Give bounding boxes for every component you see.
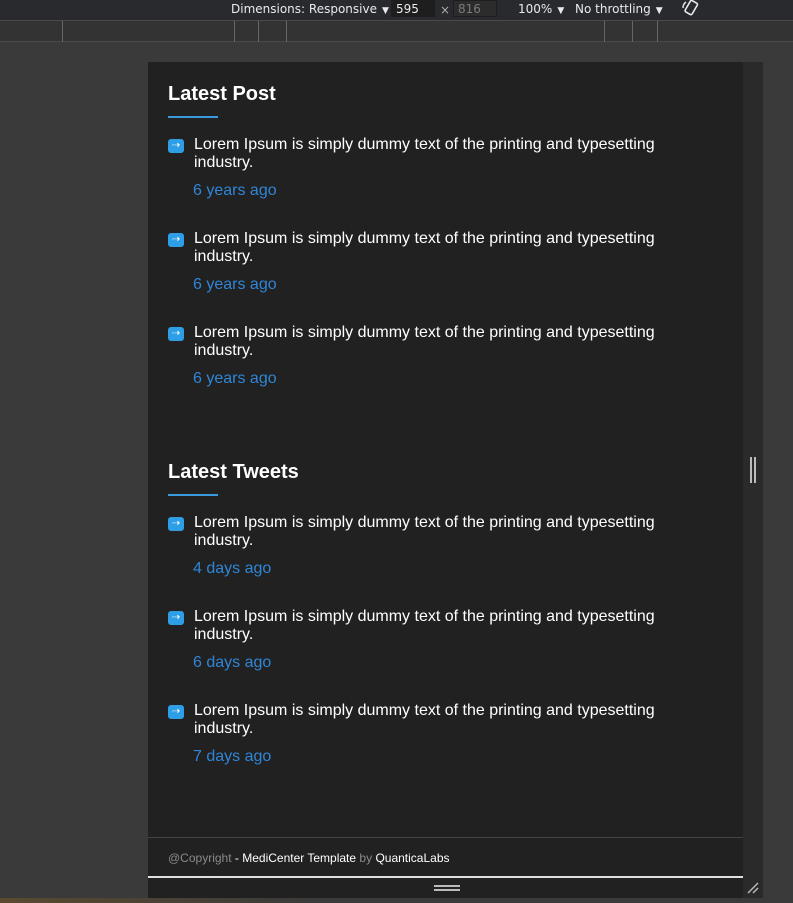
zoom-label: 100% <box>518 2 553 16</box>
tweet-text[interactable]: Lorem Ipsum is simply dummy text of the … <box>194 608 694 644</box>
copyright-text: @Copyright <box>168 851 232 865</box>
devtools-toolbar: Dimensions: Responsive ▼ 595 × 816 100% ▼ … <box>0 0 793 20</box>
dimensions-label: Dimensions: Responsive <box>231 2 377 16</box>
chevron-down-icon: ▼ <box>655 6 663 16</box>
footer-divider <box>148 837 743 838</box>
arrow-right-icon: ⇢ <box>168 705 184 719</box>
arrow-right-icon: ⇢ <box>168 517 184 531</box>
width-input[interactable]: 595 <box>391 0 435 17</box>
zoom-dropdown[interactable]: 100% ▼ <box>518 2 564 16</box>
post-time[interactable]: 6 years ago <box>193 182 277 200</box>
tweet-text[interactable]: Lorem Ipsum is simply dummy text of the … <box>194 514 694 550</box>
post-text[interactable]: Lorem Ipsum is simply dummy text of the … <box>194 324 694 360</box>
tweet-time[interactable]: 7 days ago <box>193 748 271 766</box>
title-underline <box>168 494 218 496</box>
post-time[interactable]: 6 years ago <box>193 370 277 388</box>
latest-post-section: Latest Post ⇢ Lorem Ipsum is simply dumm… <box>168 82 728 387</box>
chevron-down-icon: ▼ <box>381 6 389 16</box>
latest-post-title: Latest Post <box>168 83 276 105</box>
post-time[interactable]: 6 years ago <box>193 276 277 294</box>
times-symbol: × <box>440 3 451 17</box>
arrow-right-icon: ⇢ <box>168 327 184 341</box>
tweet-time[interactable]: 4 days ago <box>193 560 271 578</box>
by-text: by <box>359 851 373 865</box>
dimensions-dropdown[interactable]: Dimensions: Responsive ▼ <box>231 2 389 16</box>
chevron-down-icon: ▼ <box>557 6 565 16</box>
title-underline <box>168 116 218 118</box>
resize-handle-right[interactable] <box>750 457 756 483</box>
resize-corner-icon[interactable] <box>747 882 759 894</box>
template-link[interactable]: - MediCenter Template <box>235 851 356 865</box>
throttling-dropdown[interactable]: No throttling ▼ <box>575 2 663 16</box>
post-text[interactable]: Lorem Ipsum is simply dummy text of the … <box>194 230 694 266</box>
page-viewport: Latest Post ⇢ Lorem Ipsum is simply dumm… <box>148 62 743 898</box>
arrow-right-icon: ⇢ <box>168 611 184 625</box>
resize-handle-bottom[interactable] <box>434 885 460 891</box>
arrow-right-icon: ⇢ <box>168 139 184 153</box>
window-bottom-strip <box>0 898 793 903</box>
company-link[interactable]: QuanticaLabs <box>375 851 449 865</box>
viewport-bottom-edge <box>148 876 743 878</box>
tweet-text[interactable]: Lorem Ipsum is simply dummy text of the … <box>194 702 694 738</box>
media-query-bar <box>0 20 793 42</box>
post-text[interactable]: Lorem Ipsum is simply dummy text of the … <box>194 136 694 172</box>
latest-tweets-section: Latest Tweets ⇢ Lorem Ipsum is simply du… <box>168 460 728 765</box>
latest-tweets-title: Latest Tweets <box>168 461 299 483</box>
tweet-time[interactable]: 6 days ago <box>193 654 271 672</box>
rotate-device-icon[interactable] <box>680 0 700 17</box>
throttling-label: No throttling <box>575 2 651 16</box>
arrow-right-icon: ⇢ <box>168 233 184 247</box>
height-input[interactable]: 816 <box>453 0 497 17</box>
footer: @Copyright - MediCenter Template by Quan… <box>168 851 450 865</box>
